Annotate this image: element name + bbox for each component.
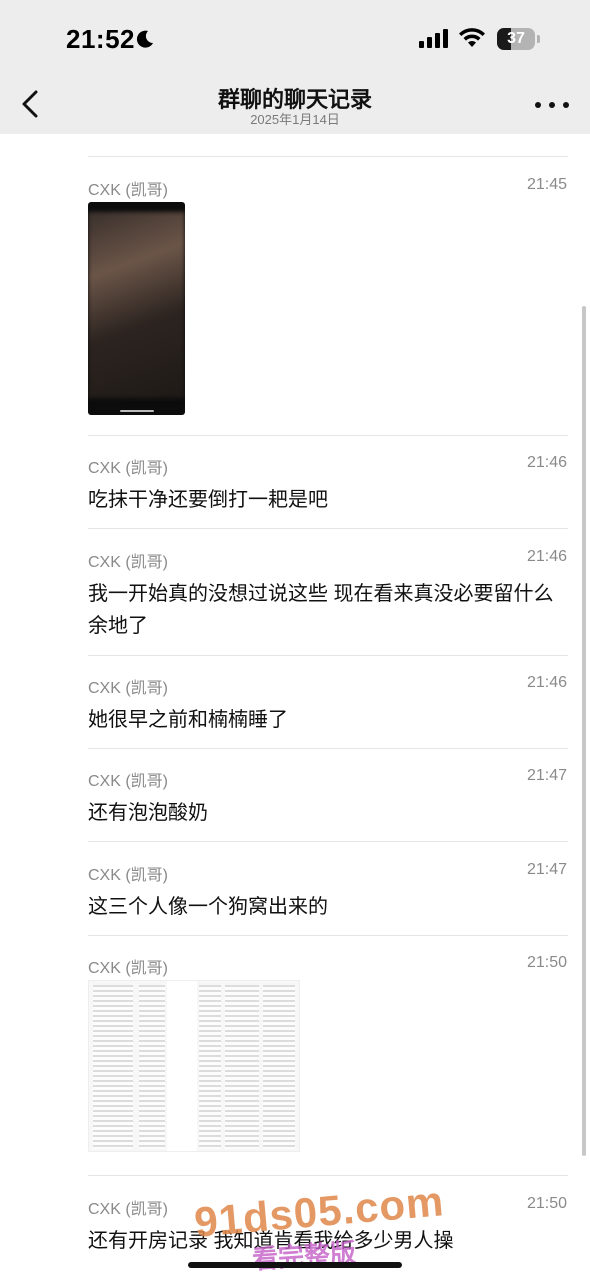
message-time: 21:46: [526, 454, 567, 471]
divider: [88, 655, 568, 656]
chat-record-list[interactable]: CXK (凯哥) 21:45 CXK (凯哥) 21:46 吃抹干净还要倒打一耙…: [0, 134, 590, 1280]
moon-icon: [136, 30, 153, 48]
battery-icon: 37: [497, 28, 541, 50]
nav-bar: 群聊的聊天记录 2025年1月14日: [0, 78, 590, 134]
message-time: 21:50: [526, 1195, 567, 1212]
divider: [88, 156, 568, 157]
message-time: 21:47: [526, 861, 567, 878]
list-item[interactable]: CXK (凯哥) 21:47 还有泡泡酸奶: [0, 767, 590, 837]
message-sender: CXK (凯哥): [88, 1201, 169, 1218]
list-item[interactable]: CXK (凯哥) 21:47 这三个人像一个狗窝出来的: [0, 861, 590, 931]
divider: [88, 435, 568, 436]
message-sender: CXK (凯哥): [88, 680, 169, 697]
message-text: 我一开始真的没想过说这些 现在看来真没必要留什么余地了: [88, 583, 554, 637]
divider: [88, 935, 568, 936]
scrollbar[interactable]: [582, 306, 586, 1156]
watermark-subtext: 看完整版: [251, 1237, 358, 1275]
list-item[interactable]: CXK (凯哥) 21:46 吃抹干净还要倒打一耙是吧: [0, 454, 590, 524]
list-item: CXK (凯哥) 21:45: [0, 176, 590, 436]
status-time: 21:52: [66, 24, 135, 54]
list-item[interactable]: CXK (凯哥) 21:46 她很早之前和楠楠睡了: [0, 674, 590, 744]
message-time: 21:46: [526, 674, 567, 691]
message-time: 21:50: [526, 954, 567, 971]
divider: [88, 841, 568, 842]
message-time: 21:46: [526, 548, 567, 565]
message-sender: CXK (凯哥): [88, 960, 169, 977]
message-text: 这三个人像一个狗窝出来的: [88, 896, 328, 918]
video-progress-bar: [120, 410, 154, 412]
home-indicator[interactable]: [188, 1262, 402, 1268]
list-item[interactable]: CXK (凯哥) 21:46 我一开始真的没想过说这些 现在看来真没必要留什么余…: [0, 548, 590, 648]
message-text: 她很早之前和楠楠睡了: [88, 709, 288, 731]
top-bar: 21:52 37 群聊的聊天记录 2025年1月14日: [0, 0, 590, 134]
message-sender: CXK (凯哥): [88, 867, 169, 884]
more-dots-icon[interactable]: [533, 94, 571, 114]
message-time: 21:47: [526, 767, 567, 784]
message-sender: CXK (凯哥): [88, 182, 169, 199]
message-time: 21:45: [526, 176, 567, 193]
battery-level: 37: [507, 30, 525, 47]
divider: [88, 528, 568, 529]
signal-icon: [419, 29, 448, 48]
message-sender: CXK (凯哥): [88, 773, 169, 790]
video-thumbnail[interactable]: [88, 202, 185, 415]
message-text: 吃抹干净还要倒打一耙是吧: [88, 489, 328, 511]
status-bar: 21:52 37: [0, 0, 590, 78]
list-item: CXK (凯哥) 21:50: [0, 954, 590, 1174]
page-subtitle: 2025年1月14日: [250, 112, 340, 127]
wifi-icon: [459, 28, 485, 47]
message-text: 还有泡泡酸奶: [88, 802, 208, 824]
message-sender: CXK (凯哥): [88, 460, 169, 477]
divider: [88, 748, 568, 749]
message-sender: CXK (凯哥): [88, 554, 169, 571]
divider: [88, 1175, 568, 1176]
image-thumbnail[interactable]: [88, 980, 300, 1152]
